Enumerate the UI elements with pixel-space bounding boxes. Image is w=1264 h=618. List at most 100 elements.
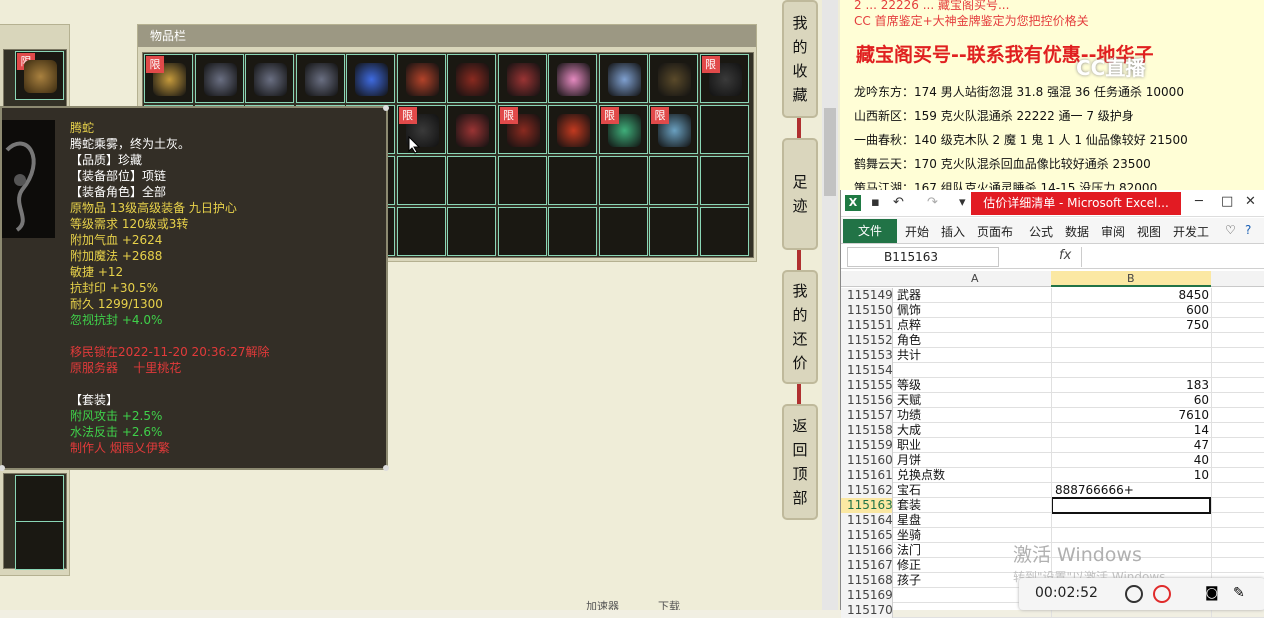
cell-b[interactable]: 8450 (1053, 288, 1209, 303)
save-icon[interactable]: ▪ (871, 195, 880, 210)
cell-a[interactable]: 共计 (897, 348, 1047, 363)
formula-input[interactable] (1081, 247, 1263, 267)
row-number[interactable]: 115164 (841, 513, 893, 528)
inventory-slot[interactable] (447, 54, 496, 103)
row-number[interactable]: 115149 (841, 288, 893, 303)
minimize-icon[interactable]: ─ (1195, 194, 1203, 209)
inventory-slot[interactable] (598, 54, 648, 103)
row-number[interactable]: 115168 (841, 573, 893, 588)
row-number[interactable]: 115161 (841, 468, 893, 483)
inventory-slot[interactable] (15, 521, 64, 570)
row-number[interactable]: 115150 (841, 303, 893, 318)
inventory-slot[interactable]: 限 (649, 105, 698, 154)
selected-cell[interactable] (1051, 497, 1211, 514)
scrollbar-thumb[interactable] (824, 108, 836, 196)
cell-b[interactable]: 10 (1053, 468, 1209, 483)
row-number[interactable]: 115163 (841, 498, 893, 513)
page-scrollbar[interactable] (822, 0, 838, 610)
inventory-slot[interactable] (245, 54, 294, 103)
cell-a[interactable]: 武器 (897, 288, 1047, 303)
tab-page-layout[interactable]: 页面布 (977, 223, 1013, 240)
column-b-header[interactable]: B (1127, 272, 1135, 285)
cell-a[interactable]: 功绩 (897, 408, 1047, 423)
inventory-slot[interactable]: 限 (15, 51, 64, 100)
row-number[interactable]: 115154 (841, 363, 893, 378)
cell-b[interactable]: 60 (1053, 393, 1209, 408)
cell-a[interactable]: 大成 (897, 423, 1047, 438)
inventory-slot[interactable] (346, 54, 395, 103)
close-icon[interactable]: ✕ (1245, 194, 1256, 209)
inventory-slot[interactable] (497, 54, 547, 103)
inventory-slot[interactable] (699, 105, 749, 154)
cell-a[interactable]: 职业 (897, 438, 1047, 453)
row-number[interactable]: 115159 (841, 438, 893, 453)
pause-icon[interactable] (1125, 585, 1143, 603)
inventory-slot[interactable] (699, 207, 749, 256)
cell-a[interactable]: 月饼 (897, 453, 1047, 468)
cell-a[interactable]: 点粹 (897, 318, 1047, 333)
cell-a[interactable]: 天赋 (897, 393, 1047, 408)
row-number[interactable]: 115170 (841, 603, 893, 618)
inventory-slot[interactable]: 限 (396, 105, 446, 154)
camera-icon[interactable]: ◙ (1205, 585, 1219, 601)
pen-icon[interactable]: ✎ (1233, 585, 1245, 601)
cell-a[interactable]: 等级 (897, 378, 1047, 393)
cell-b[interactable]: 888766666+ (1055, 483, 1134, 498)
row-number[interactable]: 115155 (841, 378, 893, 393)
column-a-header[interactable]: A (971, 272, 979, 285)
function-icon[interactable]: fx (1059, 248, 1071, 263)
download-label[interactable]: 下载 (658, 598, 680, 610)
inventory-slot[interactable] (447, 105, 496, 154)
tab-formulas[interactable]: 公式 (1029, 223, 1053, 240)
cell-b[interactable]: 183 (1053, 378, 1209, 393)
inventory-slot[interactable] (598, 156, 648, 205)
cell-b[interactable]: 47 (1053, 438, 1209, 453)
inventory-slot[interactable] (649, 156, 698, 205)
inventory-slot[interactable] (295, 54, 345, 103)
maximize-icon[interactable]: □ (1221, 194, 1233, 209)
inventory-slot[interactable]: 限 (699, 54, 749, 103)
back-to-top-button[interactable]: 返回顶部 (782, 404, 818, 520)
footprint-button[interactable]: 足迹 (782, 138, 818, 250)
my-counteroffer-button[interactable]: 我的还价 (782, 270, 818, 384)
cell-b[interactable]: 7610 (1053, 408, 1209, 423)
row-number[interactable]: 115153 (841, 348, 893, 363)
inventory-slot[interactable] (649, 207, 698, 256)
tab-review[interactable]: 审阅 (1101, 223, 1125, 240)
tab-developer[interactable]: 开发工 (1173, 223, 1209, 240)
inventory-slot[interactable] (396, 156, 446, 205)
row-number[interactable]: 115169 (841, 588, 893, 603)
cell-b[interactable]: 600 (1053, 303, 1209, 318)
tab-view[interactable]: 视图 (1137, 223, 1161, 240)
ribbon-collapse-icon[interactable]: ♡ (1225, 223, 1236, 237)
tab-insert[interactable]: 插入 (941, 223, 965, 240)
inventory-slot[interactable]: 限 (598, 105, 648, 154)
inventory-slot[interactable] (396, 207, 446, 256)
speed-label[interactable]: 加速器 (586, 598, 619, 610)
inventory-slot[interactable] (548, 207, 597, 256)
inventory-slot[interactable] (15, 475, 64, 524)
inventory-slot[interactable] (548, 105, 597, 154)
inventory-slot[interactable] (497, 207, 547, 256)
inventory-slot[interactable] (497, 156, 547, 205)
row-number[interactable]: 115166 (841, 543, 893, 558)
inventory-slot[interactable] (699, 156, 749, 205)
inventory-slot[interactable] (447, 156, 496, 205)
redo-icon[interactable]: ↷ (927, 195, 938, 210)
cell-a[interactable]: 佩饰 (897, 303, 1047, 318)
row-number[interactable]: 115167 (841, 558, 893, 573)
inventory-slot[interactable]: 限 (144, 54, 193, 103)
inventory-slot[interactable] (447, 207, 496, 256)
tab-data[interactable]: 数据 (1065, 223, 1089, 240)
undo-icon[interactable]: ↶ (893, 195, 904, 210)
stop-icon[interactable] (1153, 585, 1171, 603)
inventory-slot[interactable]: 限 (497, 105, 547, 154)
inventory-slot[interactable] (396, 54, 446, 103)
cell-a[interactable]: 套装 (897, 498, 1047, 513)
customize-icon[interactable]: ▾ (959, 195, 966, 210)
row-number[interactable]: 115162 (841, 483, 893, 498)
cell-a[interactable]: 宝石 (897, 483, 1047, 498)
inventory-slot[interactable] (649, 54, 698, 103)
row-number[interactable]: 115156 (841, 393, 893, 408)
help-icon[interactable]: ? (1245, 223, 1251, 237)
